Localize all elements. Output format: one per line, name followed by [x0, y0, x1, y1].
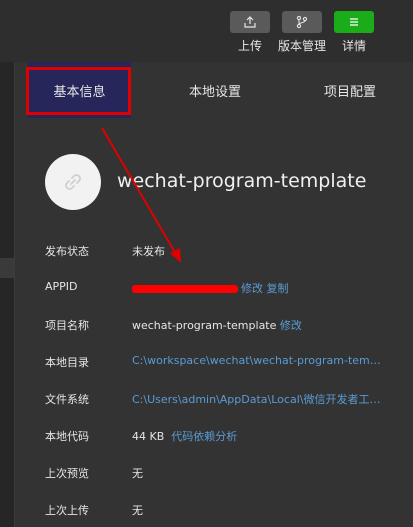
file-system-link[interactable]: C:\Users\admin\AppData\Local\微信开发者工具\U..… — [132, 391, 382, 407]
file-system-value: C:\Users\admin\AppData\Local\微信开发者工具\U..… — [132, 391, 382, 407]
details-tool[interactable]: 详情 — [334, 11, 374, 54]
version-button[interactable] — [282, 11, 322, 33]
tab-local-settings-label: 本地设置 — [188, 84, 241, 100]
appid-value: 修改 复制 — [132, 280, 289, 296]
tab-bar: 基本信息 本地设置 项目配置 — [15, 62, 413, 120]
appid-redaction — [132, 285, 238, 293]
upload-label: 上传 — [237, 39, 262, 53]
top-toolbar: 上传 版本管理 详情 — [0, 0, 413, 62]
tab-local-settings[interactable]: 本地设置 — [165, 62, 265, 118]
row-appid: APPID 修改 复制 — [15, 280, 413, 300]
tab-project-config[interactable]: 项目配置 — [300, 62, 400, 118]
local-code-size: 44 KB — [132, 430, 165, 443]
last-upload-value: 无 — [132, 504, 143, 517]
local-dir-link[interactable]: C:\workspace\wechat\wechat-program-templ… — [132, 354, 382, 367]
publish-status-key: 发布状态 — [45, 245, 89, 258]
last-preview-key: 上次预览 — [45, 467, 89, 480]
row-local-code: 本地代码 44 KB 代码依赖分析 — [15, 428, 413, 448]
appid-key: APPID — [45, 280, 78, 293]
menu-icon — [350, 18, 358, 26]
branch-icon — [296, 15, 308, 29]
details-label: 详情 — [341, 39, 366, 53]
local-code-key: 本地代码 — [45, 430, 89, 443]
last-preview-value: 无 — [132, 467, 143, 480]
link-icon — [65, 174, 81, 190]
publish-status-value: 未发布 — [132, 245, 165, 258]
project-name-key: 项目名称 — [45, 319, 89, 332]
left-edge-strip — [0, 62, 14, 527]
row-publish-status: 发布状态 未发布 — [15, 243, 413, 263]
app-name: wechat-program-template — [117, 170, 367, 192]
appid-modify-link[interactable]: 修改 — [241, 282, 263, 295]
row-file-system: 文件系统 C:\Users\admin\AppData\Local\微信开发者工… — [15, 391, 413, 411]
local-code-value: 44 KB 代码依赖分析 — [132, 428, 237, 444]
row-last-upload: 上次上传 无 — [15, 502, 413, 522]
project-name-modify-link[interactable]: 修改 — [280, 319, 302, 332]
upload-tool[interactable]: 上传 — [230, 11, 270, 54]
tab-basic-info[interactable]: 基本信息 — [28, 62, 131, 118]
row-local-dir: 本地目录 C:\workspace\wechat\wechat-program-… — [15, 354, 413, 374]
details-button[interactable] — [334, 11, 374, 33]
local-dir-key: 本地目录 — [45, 356, 89, 369]
avatar — [45, 154, 101, 210]
tab-project-config-label: 项目配置 — [323, 84, 376, 100]
last-upload-key: 上次上传 — [45, 504, 89, 517]
row-project-name: 项目名称 wechat-program-template 修改 — [15, 317, 413, 337]
appid-copy-link[interactable]: 复制 — [267, 282, 289, 295]
details-panel: 基本信息 本地设置 项目配置 wechat-program-template 发… — [14, 62, 413, 527]
project-name-text: wechat-program-template — [132, 319, 277, 332]
local-dir-value: C:\workspace\wechat\wechat-program-templ… — [132, 354, 382, 367]
upload-button[interactable] — [230, 11, 270, 33]
upload-icon — [244, 16, 256, 28]
version-tool[interactable]: 版本管理 — [278, 11, 326, 54]
tab-basic-info-label: 基本信息 — [53, 84, 106, 100]
row-last-preview: 上次预览 无 — [15, 465, 413, 485]
file-system-key: 文件系统 — [45, 393, 89, 406]
version-label: 版本管理 — [278, 39, 327, 53]
left-edge-marker — [0, 258, 14, 278]
code-dependency-analysis-link[interactable]: 代码依赖分析 — [171, 430, 237, 443]
project-name-value: wechat-program-template 修改 — [132, 317, 302, 333]
